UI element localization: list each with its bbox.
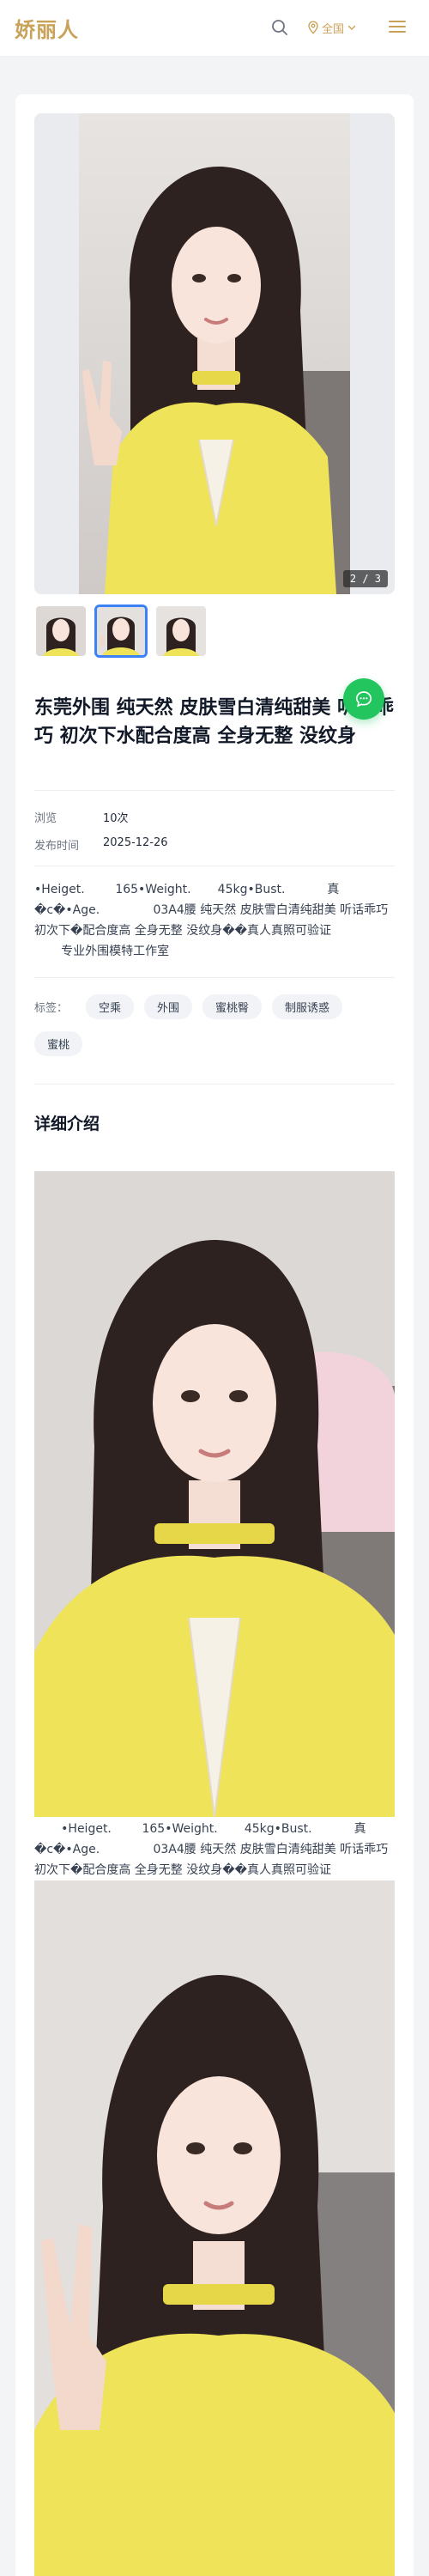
- detail-photo-2[interactable]: [34, 1880, 395, 2576]
- hamburger-menu-icon: [389, 21, 406, 33]
- thumbnail-3[interactable]: [154, 605, 208, 658]
- post-card: 2 / 3 东莞外围 纯天然 皮肤雪白清纯甜美 听话乖巧 初次下水配合度高 全身…: [15, 94, 414, 2576]
- divider: [34, 977, 395, 978]
- meta-views: 浏览 10次: [34, 809, 129, 825]
- tag-list: 标签： 空乘 外围 蜜桃臀 制服诱惑 蜜桃: [34, 994, 395, 1056]
- meta-key: 发布时间: [34, 840, 80, 853]
- detail-section-title: 详细介绍: [34, 1115, 100, 1133]
- chevron-down-icon: [347, 25, 356, 30]
- meta-key: 浏览: [34, 812, 57, 825]
- tag[interactable]: 蜜桃: [34, 1031, 83, 1056]
- tag[interactable]: 外围: [144, 994, 193, 1019]
- image-counter: 2 / 3: [342, 570, 388, 587]
- top-header: 娇丽人 全国: [0, 0, 429, 57]
- post-description: •Heiget. 165•Weight. 45kg•Bust. 真�c�•Age…: [34, 883, 389, 958]
- meta-value: 10次: [103, 812, 129, 825]
- detail-text: •Heiget. 165•Weight. 45kg•Bust. 真�c�•Age…: [34, 1819, 395, 1880]
- site-logo[interactable]: 娇丽人: [15, 13, 79, 43]
- photo-gallery[interactable]: 2 / 3: [34, 113, 395, 594]
- search-icon: [272, 20, 287, 35]
- region-label: 全国: [322, 22, 345, 36]
- chat-bubble-icon: [355, 691, 372, 708]
- post-title: 东莞外围 纯天然 皮肤雪白清纯甜美 听话乖巧 初次下水配合度高 全身无整 没纹身: [34, 697, 394, 747]
- meta-value: 2025-12-26: [103, 836, 168, 849]
- tags-label: 标签：: [34, 1002, 69, 1015]
- thumbnail-2[interactable]: [94, 605, 148, 658]
- menu-button[interactable]: [388, 18, 407, 35]
- meta-publish-time: 发布时间 2025-12-26: [34, 836, 168, 853]
- thumbnail-1[interactable]: [34, 605, 88, 658]
- thumbnail-strip: [34, 605, 208, 658]
- tag[interactable]: 空乘: [86, 994, 135, 1019]
- location-pin-icon: [308, 21, 318, 34]
- tag[interactable]: 制服诱惑: [272, 994, 343, 1019]
- tag[interactable]: 蜜桃臀: [202, 994, 263, 1019]
- search-button[interactable]: [269, 17, 290, 38]
- detail-photo-1[interactable]: [34, 1171, 395, 1817]
- chat-button[interactable]: [343, 678, 384, 720]
- divider: [34, 790, 395, 791]
- region-selector[interactable]: 全国: [307, 17, 357, 38]
- main-photo[interactable]: [79, 113, 350, 594]
